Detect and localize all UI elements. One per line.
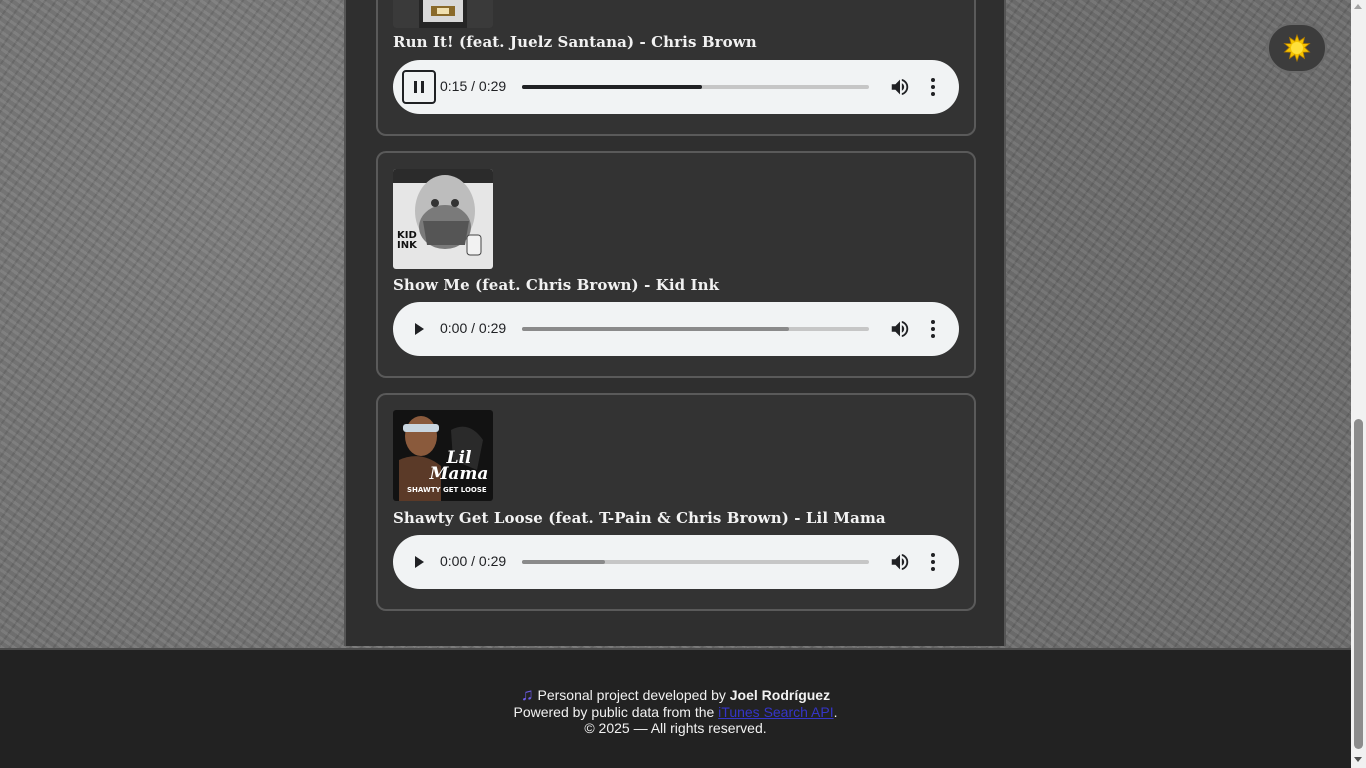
pause-button[interactable] bbox=[402, 70, 436, 104]
author-name: Joel Rodríguez bbox=[729, 687, 831, 703]
cover-subtitle-text: SHAWTY GET LOOSE bbox=[407, 486, 487, 494]
album-cover-kid-ink[interactable]: KID INK bbox=[393, 169, 493, 269]
track-title: Shawty Get Loose (feat. T-Pain & Chris B… bbox=[393, 509, 886, 527]
buffered-range bbox=[522, 560, 606, 564]
audio-player: 0:00 / 0:29 bbox=[393, 302, 959, 356]
api-text: Powered by public data from the bbox=[513, 704, 715, 720]
seek-bar[interactable] bbox=[522, 560, 869, 564]
play-icon bbox=[415, 556, 424, 568]
track-card: KID INK Show Me (feat. Chris Brown) - Ki… bbox=[376, 151, 976, 378]
scrollbar-thumb[interactable] bbox=[1354, 419, 1363, 749]
played-range bbox=[522, 85, 703, 89]
time-display: 0:15 / 0:29 bbox=[440, 78, 507, 94]
time-display: 0:00 / 0:29 bbox=[440, 320, 507, 336]
scroll-up-arrow-icon[interactable] bbox=[1354, 4, 1362, 9]
dot bbox=[931, 320, 935, 324]
track-title: Show Me (feat. Chris Brown) - Kid Ink bbox=[393, 276, 720, 294]
footer-credit-line: ♫ Personal project developed by Joel Rod… bbox=[0, 685, 1351, 704]
volume-button[interactable] bbox=[889, 76, 911, 98]
copyright: © 2025 — All rights reserved. bbox=[584, 720, 767, 736]
theme-toggle-button[interactable] bbox=[1267, 23, 1327, 73]
sun-icon bbox=[1283, 34, 1311, 62]
credit-text: Personal project developed by bbox=[537, 687, 726, 703]
dot bbox=[931, 85, 935, 89]
scroll-down-arrow-icon[interactable] bbox=[1354, 757, 1362, 762]
dot bbox=[931, 327, 935, 331]
footer: ♫ Personal project developed by Joel Rod… bbox=[0, 648, 1351, 768]
page-scrollbar[interactable] bbox=[1351, 0, 1366, 768]
api-link[interactable]: iTunes Search API bbox=[718, 704, 833, 720]
volume-icon bbox=[891, 553, 909, 571]
dot bbox=[931, 553, 935, 557]
cover-title-text: Lil Mama bbox=[429, 448, 489, 484]
more-options-button[interactable] bbox=[924, 76, 942, 98]
footer-api-line: Powered by public data from the iTunes S… bbox=[0, 704, 1351, 720]
dot bbox=[931, 92, 935, 96]
audio-player: 0:00 / 0:29 bbox=[393, 535, 959, 589]
time-display: 0:00 / 0:29 bbox=[440, 553, 507, 569]
dot bbox=[931, 560, 935, 564]
music-note-icon: ♫ bbox=[520, 685, 534, 704]
track-card: Lil Mama SHAWTY GET LOOSE Shawty Get Loo… bbox=[376, 393, 976, 611]
dot bbox=[931, 334, 935, 338]
cover-text: KID INK bbox=[397, 230, 417, 251]
volume-button[interactable] bbox=[889, 318, 911, 340]
volume-icon bbox=[891, 320, 909, 338]
more-options-button[interactable] bbox=[924, 318, 942, 340]
volume-button[interactable] bbox=[889, 551, 911, 573]
pause-icon bbox=[414, 81, 424, 93]
album-cover-run-it[interactable] bbox=[393, 0, 493, 28]
play-button[interactable] bbox=[402, 312, 436, 346]
dot bbox=[931, 567, 935, 571]
buffered-range bbox=[522, 327, 790, 331]
dot bbox=[931, 78, 935, 82]
seek-bar[interactable] bbox=[522, 327, 869, 331]
play-button[interactable] bbox=[402, 545, 436, 579]
track-title: Run It! (feat. Juelz Santana) - Chris Br… bbox=[393, 33, 757, 51]
play-icon bbox=[415, 323, 424, 335]
more-options-button[interactable] bbox=[924, 551, 942, 573]
seek-bar[interactable] bbox=[522, 85, 869, 89]
api-suffix: . bbox=[833, 704, 838, 720]
album-cover-lil-mama[interactable]: Lil Mama SHAWTY GET LOOSE bbox=[393, 410, 493, 501]
audio-player: 0:15 / 0:29 bbox=[393, 60, 959, 114]
track-card: Run It! (feat. Juelz Santana) - Chris Br… bbox=[376, 0, 976, 136]
volume-icon bbox=[891, 78, 909, 96]
